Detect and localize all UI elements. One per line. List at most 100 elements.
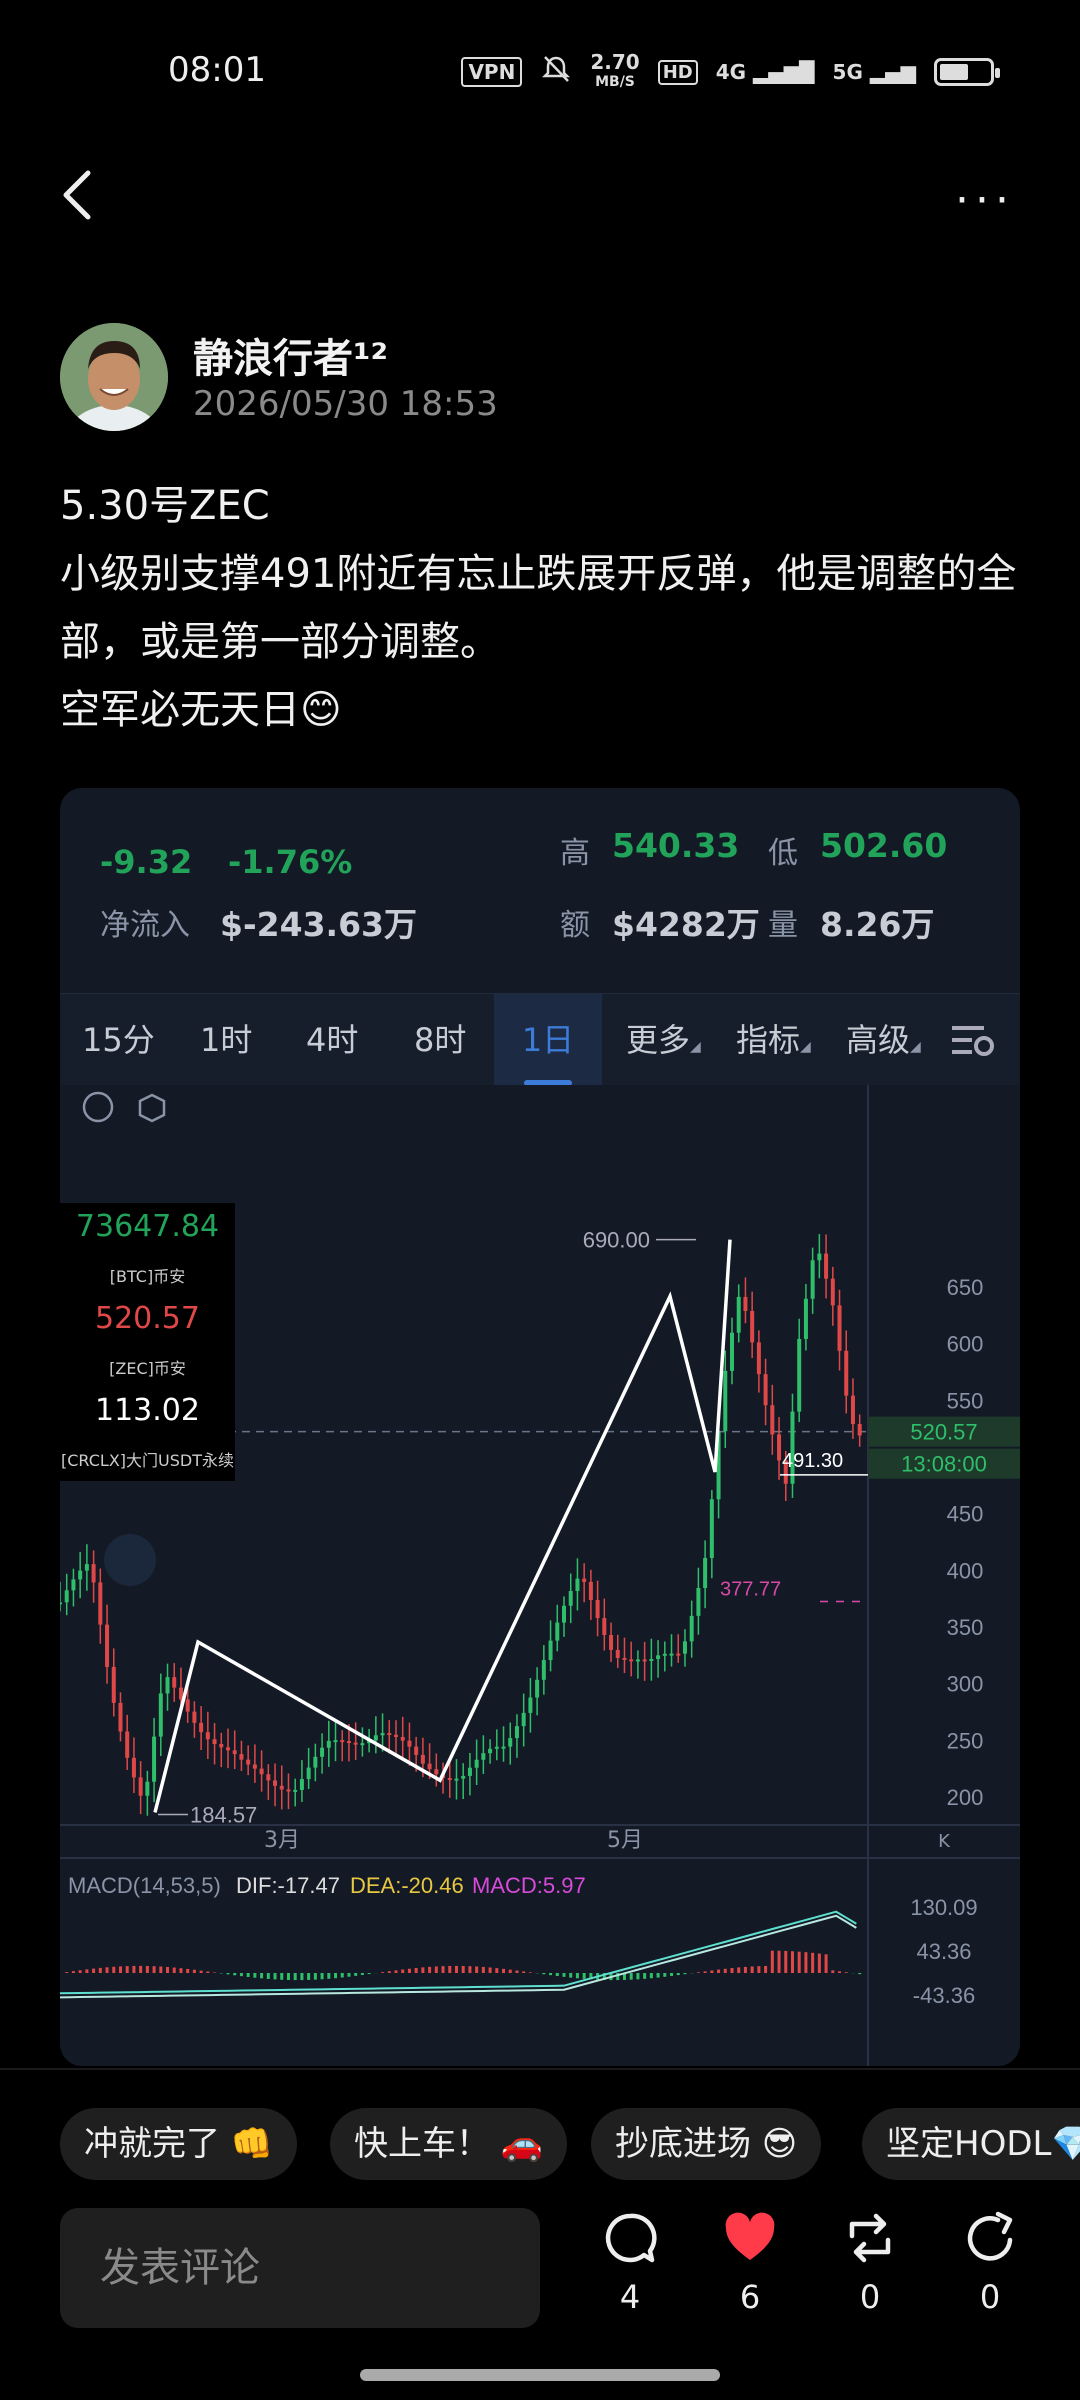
quick-reply-4[interactable]: 坚定HODL💎 xyxy=(862,2108,1080,2180)
chart-settings-icon[interactable] xyxy=(950,994,996,1086)
tab-15m[interactable]: 15分 xyxy=(82,994,155,1086)
macd-hist-bar xyxy=(743,1966,747,1973)
candle-body xyxy=(736,1296,741,1333)
candle-body xyxy=(642,1659,647,1662)
candle-body xyxy=(528,1697,533,1713)
macd-hist-bar xyxy=(78,1970,82,1973)
more-options-icon[interactable]: ··· xyxy=(955,175,1015,226)
candle-body xyxy=(427,1763,432,1770)
tab-indicators[interactable]: 指标◢ xyxy=(736,994,811,1086)
post-line: 小级别支撑491附近有忘止跌展开反弹，他是调整的全部，或是第一部分调整。 xyxy=(60,551,1017,665)
candle-body xyxy=(669,1653,674,1656)
macd-hist-bar xyxy=(750,1966,754,1973)
macd-hist-bar xyxy=(381,1972,385,1973)
like-button[interactable]: 6 xyxy=(710,2210,790,2316)
macd-hist-bar xyxy=(696,1972,700,1973)
macd-hist-bar xyxy=(569,1972,573,1978)
candle-body xyxy=(803,1298,808,1339)
high-label: 高 xyxy=(560,836,590,871)
candle-body xyxy=(407,1740,412,1747)
macd-hist-bar xyxy=(790,1951,794,1973)
candle-body xyxy=(756,1342,761,1375)
candle-body xyxy=(145,1781,150,1796)
chart-card[interactable]: -9.32 -1.76% 净流入 $-243.63万 高 540.33 低 50… xyxy=(60,788,1020,2066)
pink-mark-label: 377.77 xyxy=(720,1579,781,1601)
candle-body xyxy=(555,1622,560,1641)
candle-body xyxy=(595,1599,600,1619)
macd-hist-bar xyxy=(522,1971,526,1973)
candle-body xyxy=(158,1693,163,1737)
tab-advanced[interactable]: 高级◢ xyxy=(846,994,921,1086)
macd-hist-bar xyxy=(764,1965,768,1973)
macd-hist-bar xyxy=(354,1972,358,1976)
y-tick-label: 550 xyxy=(947,1388,984,1413)
candle-body xyxy=(467,1767,472,1776)
candle-body xyxy=(246,1759,251,1765)
candle-body xyxy=(723,1370,728,1432)
quick-reply-3[interactable]: 抄底进场 😎 xyxy=(591,2108,822,2180)
home-indicator[interactable] xyxy=(360,2369,720,2381)
macd-value: MACD:5.97 xyxy=(472,1873,586,1898)
candle-body xyxy=(414,1746,419,1755)
repost-icon xyxy=(849,2213,891,2263)
macd-hist-bar xyxy=(192,1969,196,1973)
candle-body xyxy=(568,1591,573,1606)
tab-8h[interactable]: 8时 xyxy=(414,994,466,1086)
timeframe-tabs: 15分 1时 4时 8时 1日 更多◢ 指标◢ 高级◢ xyxy=(60,993,1020,1086)
candle-body xyxy=(629,1659,634,1662)
comment-button[interactable]: 4 xyxy=(590,2210,670,2316)
avatar[interactable] xyxy=(60,323,168,431)
macd-hist-bar xyxy=(286,1972,290,1980)
tab-1h[interactable]: 1时 xyxy=(200,994,252,1086)
macd-hist-bar xyxy=(434,1966,438,1973)
candle-body xyxy=(286,1789,291,1792)
tab-1d[interactable]: 1日 xyxy=(494,994,602,1086)
last-price-label: 520.57 xyxy=(910,1420,977,1445)
high-value: 540.33 xyxy=(612,826,740,865)
status-icons: VPN 2.70 MB/S HD 4G ▂▄▆█ 5G ▂▄▆ xyxy=(461,52,1000,92)
macd-hist-bar xyxy=(629,1972,633,1980)
back-icon[interactable] xyxy=(58,165,98,225)
candle-body xyxy=(219,1744,224,1748)
candle-body xyxy=(514,1726,519,1739)
x-tick-label: 3月 xyxy=(264,1828,300,1853)
macd-y-tick: 130.09 xyxy=(910,1895,977,1920)
macd-hist-bar xyxy=(730,1968,734,1973)
candle-body xyxy=(138,1777,143,1796)
comment-input[interactable]: 发表评论 xyxy=(60,2208,540,2328)
share-count: 0 xyxy=(979,2278,1001,2316)
like-count: 6 xyxy=(739,2278,761,2316)
status-bar: 08:01 VPN 2.70 MB/S HD 4G ▂▄▆█ 5G ▂▄▆ xyxy=(0,0,1080,110)
candle-body xyxy=(535,1679,540,1698)
quick-reply-2[interactable]: 快上车！ 🚗 xyxy=(330,2108,568,2180)
candle-body xyxy=(548,1640,553,1661)
macd-hist-bar xyxy=(394,1970,398,1973)
candle-body xyxy=(588,1581,593,1600)
macd-hist-bar xyxy=(206,1971,210,1973)
candle-body xyxy=(293,1789,298,1792)
author-name[interactable]: 静浪行者¹² xyxy=(193,326,388,384)
macd-hist-bar xyxy=(280,1972,284,1980)
battery-icon xyxy=(934,58,1000,86)
candle-body xyxy=(340,1740,345,1743)
repost-button[interactable]: 0 xyxy=(830,2210,910,2316)
share-button[interactable]: 0 xyxy=(950,2210,1030,2316)
macd-hist-bar xyxy=(421,1967,425,1973)
candle-body xyxy=(192,1711,197,1723)
tab-more[interactable]: 更多◢ xyxy=(626,994,701,1086)
quick-reply-1[interactable]: 冲就完了 👊 xyxy=(60,2108,298,2180)
volume-label: 量 xyxy=(768,908,798,943)
candle-body xyxy=(541,1660,546,1680)
netflow-value: $-243.63万 xyxy=(220,905,418,944)
candle-body xyxy=(763,1374,768,1406)
candle-body xyxy=(299,1779,304,1790)
tab-4h[interactable]: 4时 xyxy=(306,994,358,1086)
macd-hist-bar xyxy=(582,1972,586,1979)
macd-hist-bar xyxy=(636,1972,640,1980)
macd-hist-bar xyxy=(125,1966,129,1973)
candle-body xyxy=(333,1740,338,1743)
candle-body xyxy=(252,1764,257,1769)
macd-hist-bar xyxy=(105,1967,109,1973)
candle-body xyxy=(232,1750,237,1755)
macd-hist-bar xyxy=(528,1972,532,1973)
